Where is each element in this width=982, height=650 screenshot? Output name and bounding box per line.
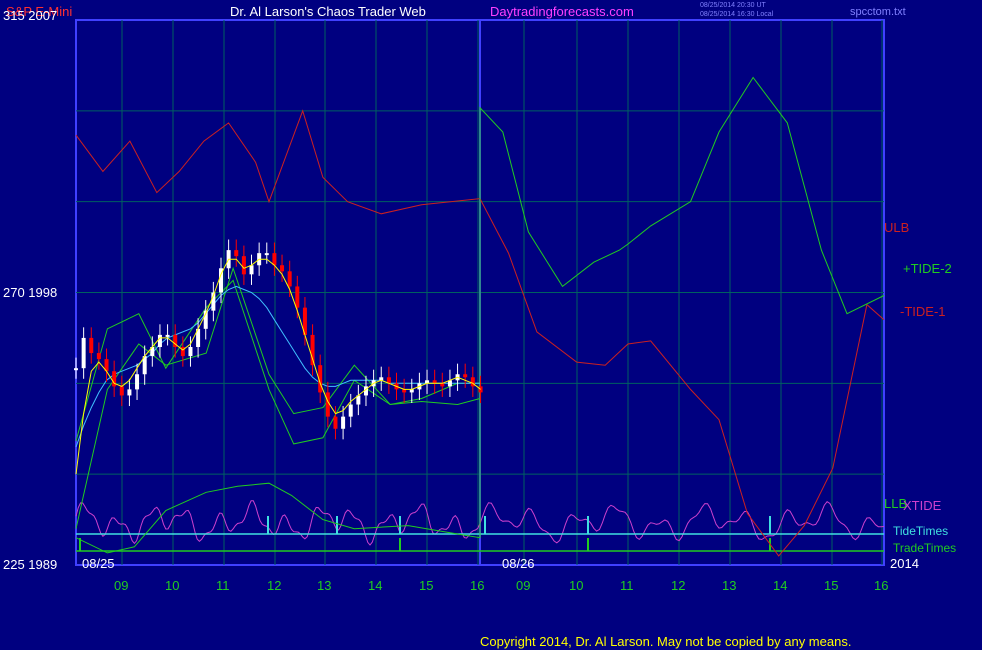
hour-tick-label: 09 xyxy=(516,578,530,593)
copyright-notice: Copyright 2014, Dr. Al Larson. May not b… xyxy=(480,634,852,649)
tide2-line xyxy=(75,279,480,445)
label-tide2: +TIDE-2 xyxy=(903,261,952,276)
hour-tick-label: 16 xyxy=(874,578,888,593)
label-ulb: ULB xyxy=(884,220,909,235)
hour-tick-label: 14 xyxy=(773,578,787,593)
hour-tick-label: 13 xyxy=(317,578,331,593)
label-tradetimes: TradeTimes xyxy=(893,541,956,555)
hour-tick-label: 10 xyxy=(165,578,179,593)
hour-tick-label: 09 xyxy=(114,578,128,593)
chaos-chart: 09 10 11 12 13 14 15 16 09 10 11 12 13 14 15 16 08/25 08/… xyxy=(74,19,956,593)
year-label: 2014 xyxy=(890,556,919,571)
day-label-0825: 08/25 xyxy=(82,556,115,571)
hour-tick-label: 15 xyxy=(419,578,433,593)
label-tide1: -TIDE-1 xyxy=(900,304,946,319)
hour-tick-label: 15 xyxy=(824,578,838,593)
label-xtide: XTIDE xyxy=(903,498,942,513)
hour-tick-label: 12 xyxy=(671,578,685,593)
hour-tick-label: 10 xyxy=(569,578,583,593)
hour-tick-label: 14 xyxy=(368,578,382,593)
hour-tick-label: 16 xyxy=(470,578,484,593)
hour-tick-label: 12 xyxy=(267,578,281,593)
hour-tick-label: 11 xyxy=(620,578,634,593)
day-label-0826: 08/26 xyxy=(502,556,535,571)
label-tidetimes: TideTimes xyxy=(893,524,948,538)
hour-tick-label: 13 xyxy=(722,578,736,593)
hour-tick-label: 11 xyxy=(216,578,230,593)
